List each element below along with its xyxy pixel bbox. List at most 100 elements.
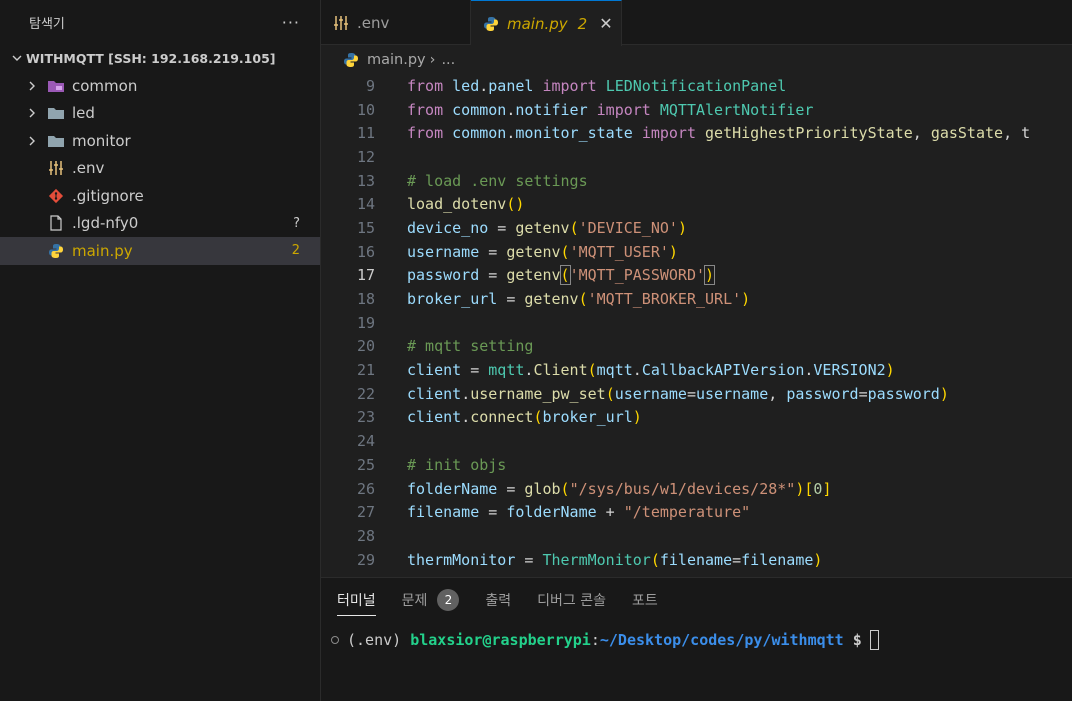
terminal[interactable]: (.env) blaxsior@raspberrypi : ~/Desktop/… [321,622,1072,650]
tree-item-monitor[interactable]: monitor [0,127,320,155]
code-line[interactable]: 12 [321,145,1072,169]
line-number: 9 [365,76,375,95]
code-line[interactable]: 23 client. connect(broker_url) [321,406,1072,430]
code-line[interactable]: 11 from common. monitor_state import getHi… [321,121,1072,145]
code-line[interactable]: 19 [321,311,1072,335]
code-token: broker_url [407,290,498,309]
code-token: ) [795,479,805,498]
code-line[interactable]: 20 # mqtt setting [321,335,1072,359]
code-token: device_no [407,218,489,237]
workspace-root[interactable]: WITHMQTT [SSH: 192.168.219.105] [0,44,320,72]
code-token: ( [533,408,543,427]
code-token: username [696,384,769,403]
code-token: = [515,550,543,569]
code-token: 'MQTT_PASSWORD' [569,266,706,285]
breadcrumb-symbol[interactable]: ... [441,52,455,68]
code-token: , [912,124,931,143]
code-token: common [452,100,507,119]
code-token: CallbackAPIVersion [641,361,805,380]
tab-output[interactable]: 출력 [485,578,511,622]
folder-icon [46,103,66,123]
code-line[interactable]: 27 filename = folderName + "/temperature" [321,500,1072,524]
terminal-prompt: $ [843,631,862,649]
code-token: getenv [524,290,579,309]
code-token: mqtt [596,361,633,380]
code-line[interactable]: 26 folderName = glob("/sys/bus/w1/devices… [321,477,1072,501]
editor-tab-bar: .env main.py 2 ✕ [321,0,1072,46]
chevron-down-icon [8,52,26,64]
code-token: 'MQTT_BROKER_URL' [587,290,742,309]
code-line[interactable]: 28 [321,524,1072,548]
code-line[interactable]: 16 username = getenv('MQTT_USER') [321,240,1072,264]
tree-item-label: main.py [72,241,133,260]
workspace-root-label: WITHMQTT [SSH: 192.168.219.105] [26,50,276,66]
code-token: = [479,503,507,522]
code-token: ] [822,479,832,498]
tab-main-py[interactable]: main.py 2 ✕ [471,0,622,46]
code-line[interactable]: 24 [321,429,1072,453]
code-line[interactable]: 10 from common. notifier import MQTTAlertN… [321,98,1072,122]
code-token: = [497,479,525,498]
tree-item-main-py[interactable]: main.py 2 [0,237,320,265]
tab-label: 디버그 콘솔 [537,593,607,609]
tab-label: main.py [507,14,568,33]
tab-problems[interactable]: 문제 2 [402,578,460,622]
tab-terminal[interactable]: 터미널 [337,578,376,622]
code-token: import [542,76,606,95]
code-token: import [641,124,706,143]
line-number: 23 [356,408,375,427]
code-token: getHighestPriorityState [705,124,913,143]
code-line[interactable]: 9 from led. panel import LEDNotificationPa… [321,74,1072,98]
tree-item-led[interactable]: led [0,100,320,128]
code-line[interactable]: 15 device_no = getenv('DEVICE_NO') [321,216,1072,240]
tree-item-lgd-nfy0[interactable]: .lgd-nfy0 ? [0,210,320,238]
tree-item-common[interactable]: common [0,72,320,100]
problem-count-badge: 2 [437,589,460,611]
code-token: # load .env settings [407,171,588,190]
tab-ports[interactable]: 포트 [632,578,658,622]
breadcrumb-file[interactable]: main.py [367,52,426,68]
code-token: client [407,361,462,380]
code-line[interactable]: 14 load_dotenv() [321,192,1072,216]
code-line[interactable]: 25 # init objs [321,453,1072,477]
line-number: 11 [356,124,375,143]
code-token: [ [804,479,814,498]
more-actions-icon[interactable]: ··· [282,13,300,32]
code-token: = [479,242,507,261]
code-token: + [596,503,624,522]
line-number: 29 [356,550,375,569]
tree-item-gitignore[interactable]: .gitignore [0,182,320,210]
code-token: filename [659,550,733,569]
git-icon [46,186,66,206]
code-token: = [488,218,516,237]
code-line[interactable]: 18 broker_url = getenv('MQTT_BROKER_URL') [321,287,1072,311]
code-token: # mqtt setting [407,337,534,356]
line-number: 15 [356,218,375,237]
code-line[interactable]: 13 # load .env settings [321,169,1072,193]
line-number: 19 [356,313,375,332]
line-number: 10 [356,100,375,119]
code-line[interactable]: 22 client. username_pw_set(username = userna… [321,382,1072,406]
code-token: username_pw_set [470,384,606,403]
code-token: filename [741,550,814,569]
folder-icon [46,76,66,96]
chevron-right-icon [24,135,40,147]
code-line[interactable]: 21 client = mqtt. Client(mqtt. CallbackAPIV… [321,358,1072,382]
code-editor[interactable]: 9 from led. panel import LEDNotificationPa… [321,74,1072,577]
python-icon [46,241,66,261]
code-token: 'DEVICE_NO' [578,218,678,237]
tree-item-env[interactable]: .env [0,155,320,183]
close-icon[interactable]: ✕ [599,14,612,33]
folder-icon [46,131,66,151]
code-token: import [596,100,660,119]
code-token: ( [605,384,615,403]
code-line[interactable]: 29 thermMonitor = ThermMonitor(filename = f… [321,548,1072,572]
line-number: 18 [356,290,375,309]
code-token: from [407,100,453,119]
tab-env[interactable]: .env [321,0,471,45]
tab-debug-console[interactable]: 디버그 콘솔 [537,578,606,622]
code-token: glob [524,479,561,498]
line-number: 17 [356,266,375,285]
code-line[interactable]: 17 password = getenv('MQTT_PASSWORD') [321,264,1072,288]
code-token: . [804,361,814,380]
